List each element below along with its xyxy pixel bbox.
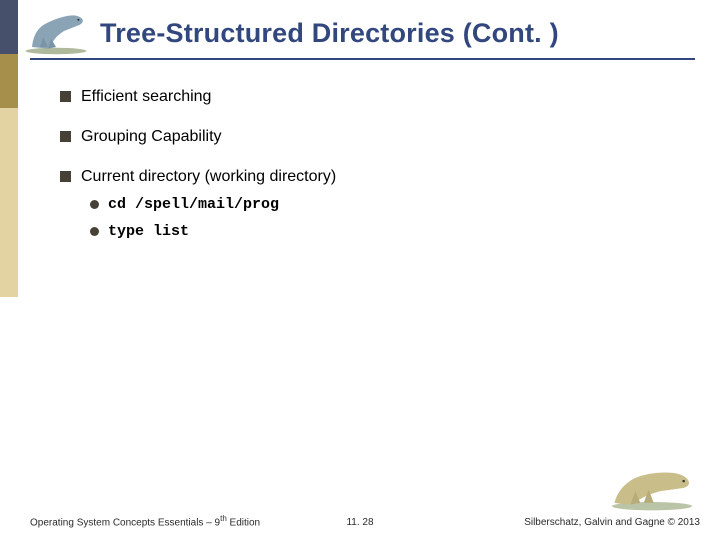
- bullet-text: Current directory (working directory): [81, 168, 336, 186]
- slide: Tree-Structured Directories (Cont. ) Eff…: [0, 0, 720, 540]
- sub-bullet-text: cd /spell/mail/prog: [108, 196, 279, 213]
- sub-bullet-text: type list: [108, 223, 189, 240]
- bullet-text: Efficient searching: [81, 88, 211, 106]
- bullet-item: Current directory (working directory): [60, 168, 680, 186]
- left-accent-stripe: [0, 0, 18, 540]
- sub-bullet-item: cd /spell/mail/prog: [90, 196, 680, 213]
- square-bullet-icon: [60, 91, 71, 102]
- square-bullet-icon: [60, 171, 71, 182]
- sub-bullet-item: type list: [90, 223, 680, 240]
- slide-content: Efficient searching Grouping Capability …: [60, 88, 680, 240]
- footer-copyright: Silberschatz, Galvin and Gagne © 2013: [524, 517, 700, 528]
- bullet-item: Efficient searching: [60, 88, 680, 106]
- slide-title: Tree-Structured Directories (Cont. ): [100, 18, 700, 49]
- bullet-text: Grouping Capability: [81, 128, 222, 146]
- circle-bullet-icon: [90, 200, 99, 209]
- dinosaur-logo-bottom: [602, 452, 702, 512]
- dinosaur-logo-top: [16, 6, 96, 56]
- circle-bullet-icon: [90, 227, 99, 236]
- square-bullet-icon: [60, 131, 71, 142]
- bullet-item: Grouping Capability: [60, 128, 680, 146]
- title-divider: [30, 58, 695, 60]
